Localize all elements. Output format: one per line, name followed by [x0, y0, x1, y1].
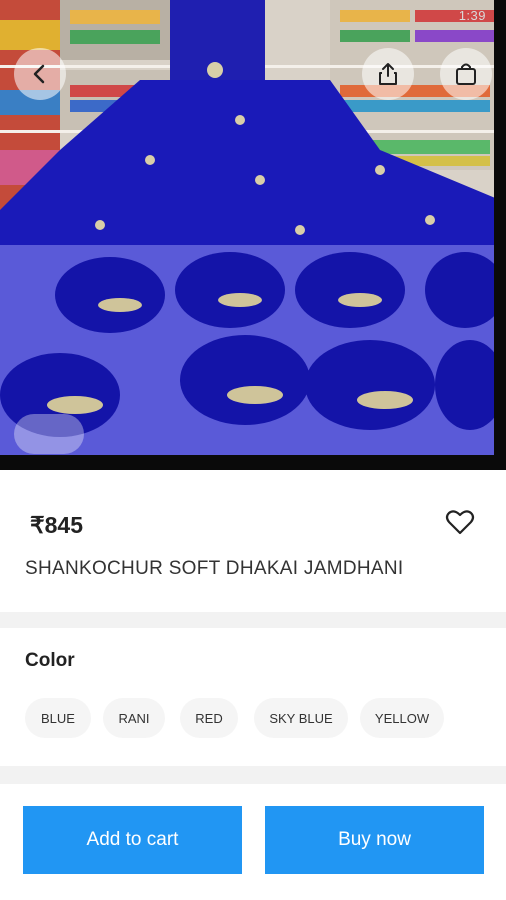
- color-option-yellow[interactable]: YELLOW: [360, 698, 444, 738]
- arrow-left-icon: [33, 64, 45, 84]
- color-option-blue[interactable]: BLUE: [25, 698, 91, 738]
- heart-outline-icon[interactable]: [444, 506, 476, 538]
- product-title: SHANKOCHUR SOFT DHAKAI JAMDHANI: [25, 558, 404, 579]
- color-option-rani[interactable]: RANI: [103, 698, 165, 738]
- product-image[interactable]: 1:39: [0, 0, 506, 470]
- saree-photo: [0, 0, 506, 470]
- product-info-card: ₹845 SHANKOCHUR SOFT DHAKAI JAMDHANI: [0, 470, 506, 612]
- action-bar: Add to cart Buy now: [0, 784, 506, 900]
- product-price: ₹845: [30, 512, 84, 538]
- cart-bag-button[interactable]: [440, 48, 492, 100]
- color-selector-card: Color BLUE RANI RED SKY BLUE YELLOW: [0, 628, 506, 766]
- status-time: 1:39: [458, 8, 486, 23]
- share-icon: [379, 63, 397, 85]
- share-button[interactable]: [362, 48, 414, 100]
- shopping-bag-icon: [456, 63, 476, 85]
- buy-now-button[interactable]: Buy now: [265, 806, 484, 874]
- color-section-label: Color: [25, 650, 75, 671]
- color-option-red[interactable]: RED: [180, 698, 238, 738]
- add-to-cart-button[interactable]: Add to cart: [23, 806, 242, 874]
- image-pager-indicator: [14, 414, 84, 454]
- back-button[interactable]: [14, 48, 66, 100]
- color-option-sky-blue[interactable]: SKY BLUE: [254, 698, 348, 738]
